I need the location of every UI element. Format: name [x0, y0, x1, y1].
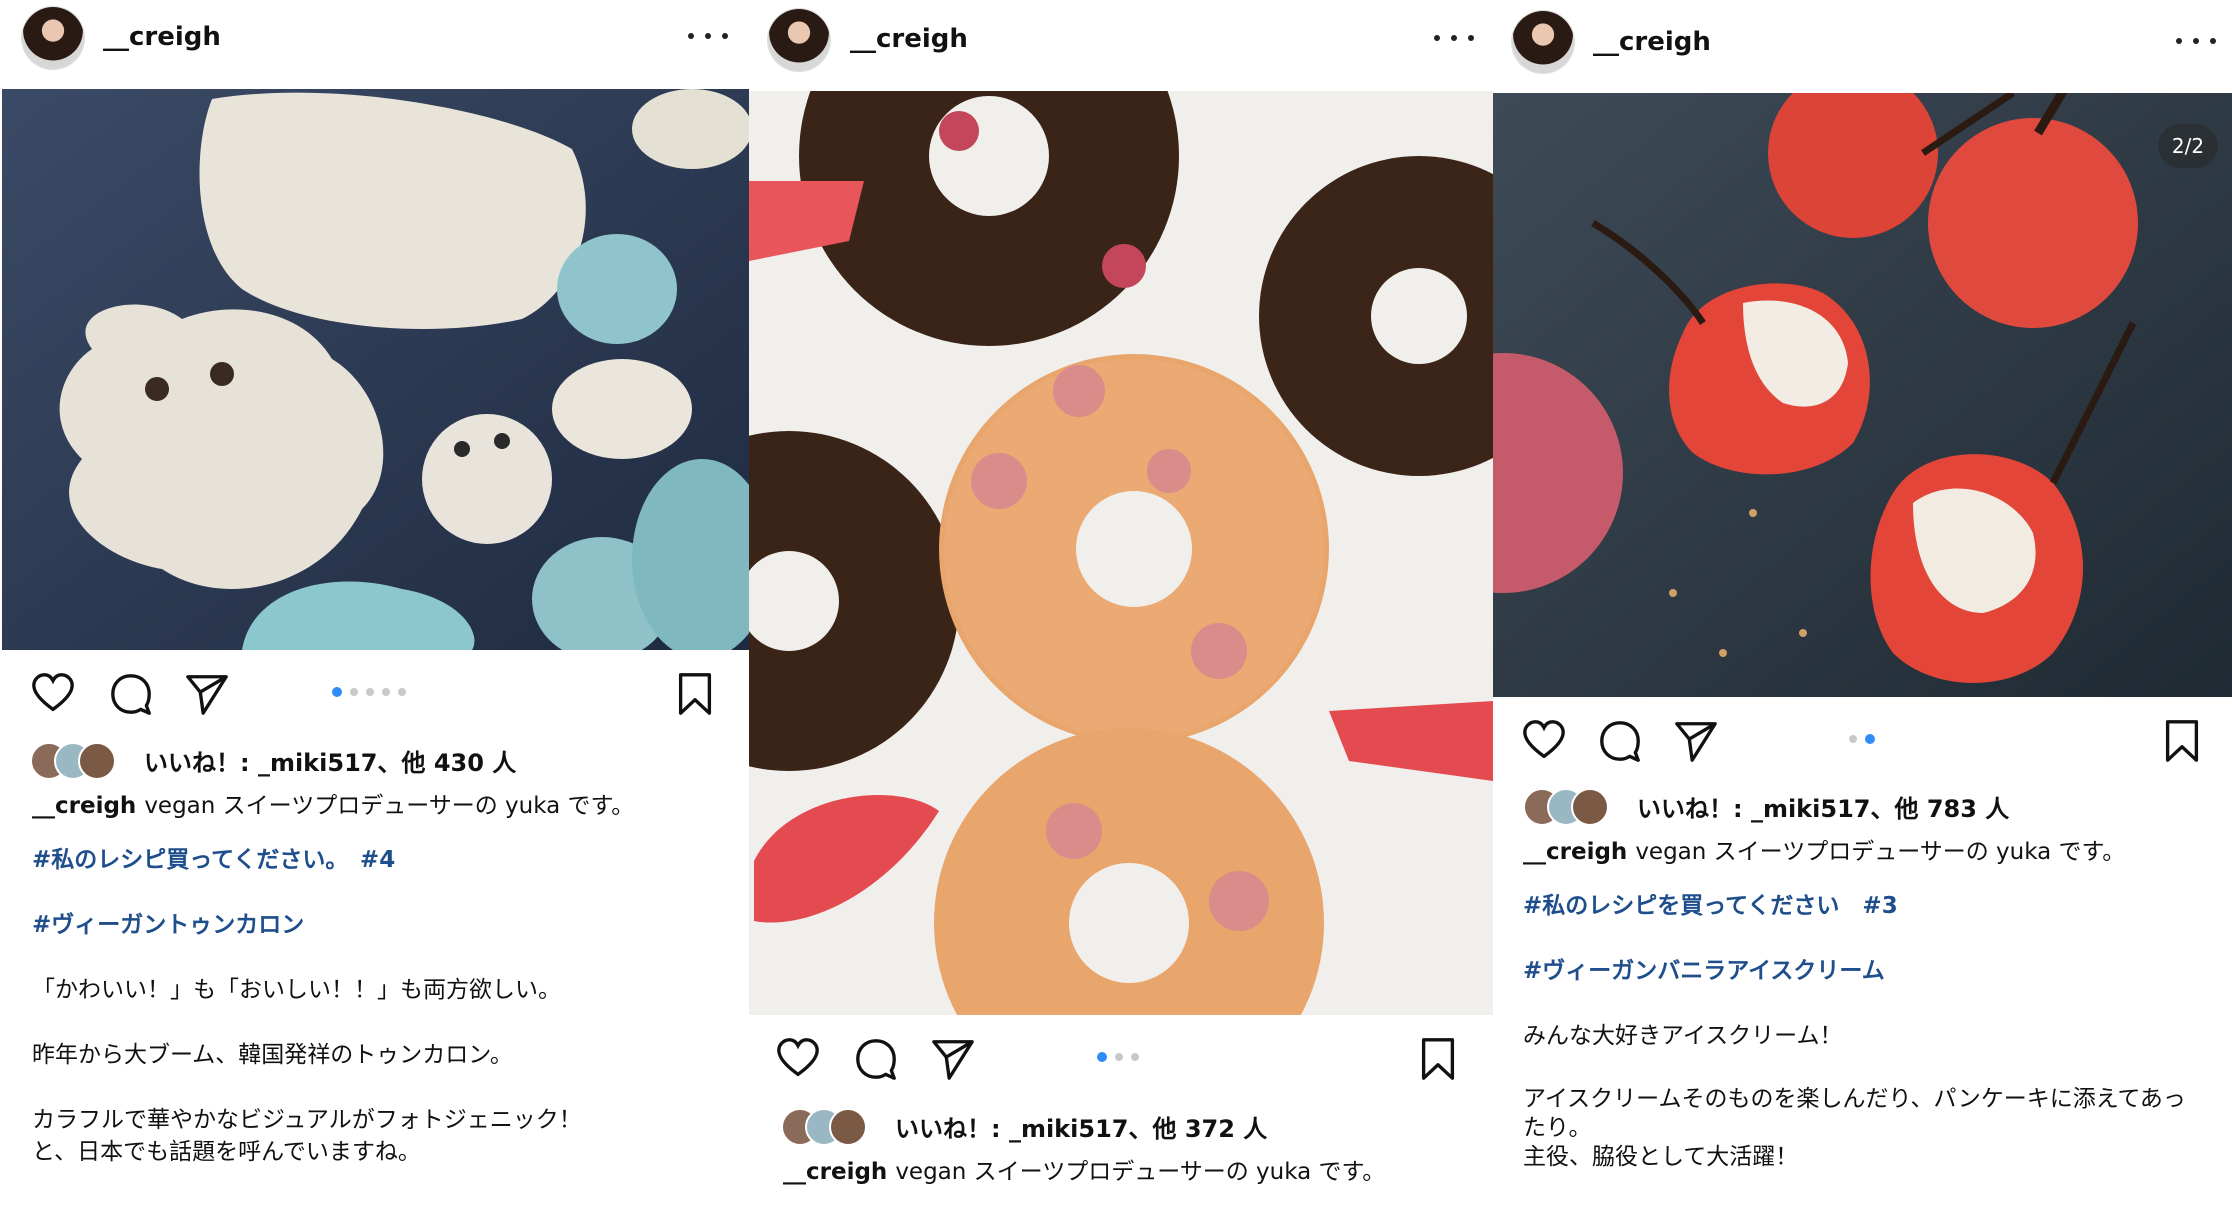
comment-icon[interactable] [853, 1036, 899, 1082]
post-card: __creigh [1493, 0, 2232, 1208]
caption-text: 昨年から大ブーム、韓国発祥のトゥンカロン。 [32, 1042, 513, 1068]
username[interactable]: __creigh [850, 24, 968, 54]
username[interactable]: __creigh [1593, 27, 1711, 57]
caption-text: 「かわいい！」も「おいしい！！」も両方欲しい。 [32, 977, 561, 1003]
avatar[interactable] [768, 9, 830, 71]
username[interactable]: __creigh [103, 22, 221, 52]
likes-row[interactable]: いいね！: _miki517、他 372 人 [781, 1106, 1267, 1146]
heart-icon[interactable] [30, 671, 76, 717]
paper-plane-icon[interactable] [184, 671, 230, 717]
likes-row[interactable]: いいね！: _miki517、他 430 人 [30, 740, 516, 780]
caption: __creigh vegan スイーツプロデューサーの yuka です。 #私のレ… [32, 790, 725, 1201]
caption-username[interactable]: __creigh [1523, 839, 1627, 865]
likes-count: いいね！: _miki517、他 372 人 [895, 1114, 1268, 1143]
caption-text: アイスクリームそのものを楽しんだり、パンケーキに添えてあっ たり。 主役、脇役と… [1523, 1086, 2186, 1170]
post-header: __creigh [1493, 0, 2232, 80]
caption-intro: vegan スイーツプロデューサーの yuka です。 [144, 793, 635, 819]
bookmark-icon[interactable] [1415, 1036, 1461, 1082]
carousel-dot [332, 687, 342, 697]
hashtag-link[interactable]: #ヴィーガンバニラアイスクリーム [1523, 958, 1885, 984]
caption-username[interactable]: __creigh [783, 1159, 887, 1185]
liker-avatars [1523, 788, 1623, 826]
hashtag-link[interactable]: #私のレシピ買ってください。 #4 [32, 847, 395, 873]
avatar[interactable] [1512, 11, 1574, 73]
hashtag-link[interactable]: #ヴィーガントゥンカロン [32, 912, 304, 938]
paper-plane-icon[interactable] [1673, 718, 1719, 764]
action-bar [749, 1030, 1493, 1086]
post-image[interactable] [749, 91, 1493, 1015]
hashtag-link[interactable]: #私のレシピを買ってください #3 [1523, 893, 1898, 919]
likes-count: いいね！: _miki517、他 430 人 [144, 748, 517, 777]
post-image[interactable] [1493, 93, 2232, 697]
carousel-dots [1097, 1052, 1139, 1062]
likes-row[interactable]: いいね！: _miki517、他 783 人 [1523, 786, 2009, 826]
carousel-dot [1865, 734, 1875, 744]
post-image[interactable] [2, 89, 749, 650]
caption: __creigh vegan スイーツプロデューサーの yuka です。 #私のレ… [1523, 836, 2208, 1205]
post-header: __creigh [0, 0, 749, 80]
carousel-dots [1849, 734, 1875, 744]
post-card: __creigh [749, 0, 1493, 1208]
carousel-dot [398, 688, 406, 696]
carousel-dot [1849, 735, 1857, 743]
bookmark-icon[interactable] [672, 671, 718, 717]
heart-icon[interactable] [775, 1036, 821, 1082]
caption: __creigh vegan スイーツプロデューサーの yuka です。 [783, 1156, 1469, 1208]
post-header: __creigh [749, 0, 1493, 80]
more-horizontal-icon[interactable] [1434, 28, 1474, 48]
action-bar [0, 665, 749, 721]
carousel-dot [1097, 1052, 1107, 1062]
caption-intro: vegan スイーツプロデューサーの yuka です。 [895, 1159, 1386, 1185]
carousel-dots [332, 687, 406, 697]
liker-avatars [30, 742, 130, 780]
more-horizontal-icon[interactable] [2176, 31, 2216, 51]
media-counter: 2/2 [2158, 124, 2218, 168]
caption-username[interactable]: __creigh [32, 793, 136, 819]
carousel-dot [366, 688, 374, 696]
comment-icon[interactable] [1597, 718, 1643, 764]
likes-count: いいね！: _miki517、他 783 人 [1637, 794, 2010, 823]
caption-text: カラフルで華やかなビジュアルがフォトジェニック！ と、日本でも話題を呼んでいます… [32, 1107, 582, 1165]
carousel-dot [1115, 1053, 1123, 1061]
caption-intro: vegan スイーツプロデューサーの yuka です。 [1635, 839, 2126, 865]
carousel-dot [1131, 1053, 1139, 1061]
carousel-dot [382, 688, 390, 696]
carousel-dot [350, 688, 358, 696]
heart-icon[interactable] [1521, 718, 1567, 764]
paper-plane-icon[interactable] [930, 1036, 976, 1082]
more-horizontal-icon[interactable] [688, 26, 728, 46]
action-bar [1493, 712, 2232, 768]
caption-text: みんな大好きアイスクリーム！ [1523, 1023, 1843, 1049]
post-card: __creigh [0, 0, 749, 1208]
avatar[interactable] [22, 7, 84, 69]
bookmark-icon[interactable] [2159, 718, 2205, 764]
comment-icon[interactable] [108, 671, 154, 717]
liker-avatars [781, 1108, 881, 1146]
